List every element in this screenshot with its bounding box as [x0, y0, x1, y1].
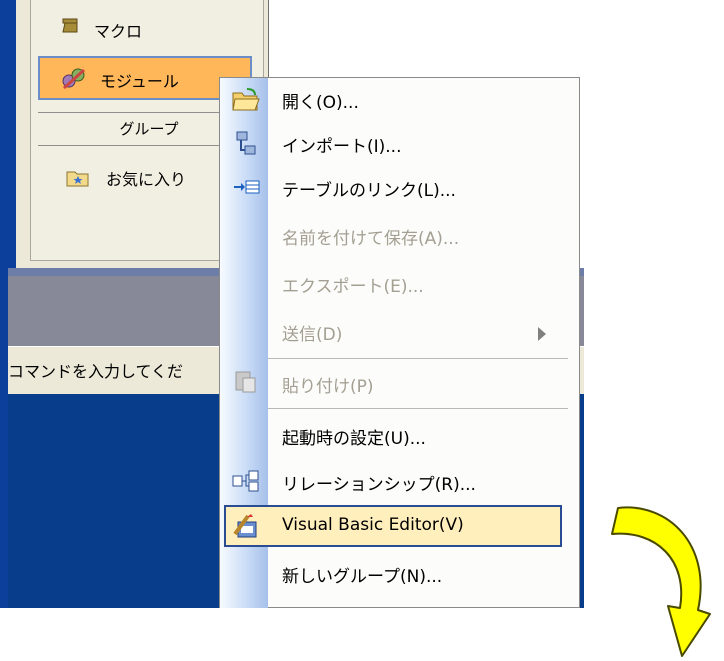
menu-item-save-as: 名前を付けて保存(A)... [282, 229, 460, 249]
object-item-macro[interactable]: マクロ [36, 10, 258, 44]
menu-item-export: エクスポート(E)... [282, 277, 424, 297]
menu-item-visual-basic-editor[interactable]: Visual Basic Editor(V) [268, 505, 568, 547]
menu-item-import[interactable]: インポート(I)... [268, 122, 568, 164]
menu-separator [268, 358, 568, 359]
macro-scroll-icon [62, 18, 78, 33]
object-item-label: マクロ [94, 22, 143, 41]
import-icon [236, 131, 256, 155]
menu-item-paste: 貼り付け(P) [282, 377, 374, 397]
menu-item-new-group[interactable]: 新しいグループ(N)... [268, 552, 568, 594]
paste-icon [235, 371, 256, 393]
submenu-arrow-icon [538, 327, 546, 341]
open-folder-icon [232, 88, 260, 111]
menu-item-startup-settings[interactable]: 起動時の設定(U)... [268, 414, 568, 456]
relationships-icon [232, 470, 259, 492]
status-bar-text: コマンドを入力してくだ [8, 362, 184, 381]
menu-item-link-table[interactable]: テーブルのリンク(L)... [268, 166, 568, 208]
menu-item-relationships[interactable]: リレーションシップ(R)... [268, 460, 568, 502]
module-gears-icon [62, 68, 86, 90]
object-item-label: モジュール [100, 72, 179, 91]
favorites-folder-icon [66, 171, 89, 187]
object-item-label: お気に入り [106, 170, 187, 189]
vbe-icon [233, 514, 257, 538]
curved-arrow-icon [611, 506, 711, 657]
menu-separator [268, 408, 568, 409]
link-table-icon [234, 180, 260, 194]
menu-item-send: 送信(D) [282, 325, 343, 345]
menu-item-open[interactable]: 開く(O)... [268, 78, 568, 120]
